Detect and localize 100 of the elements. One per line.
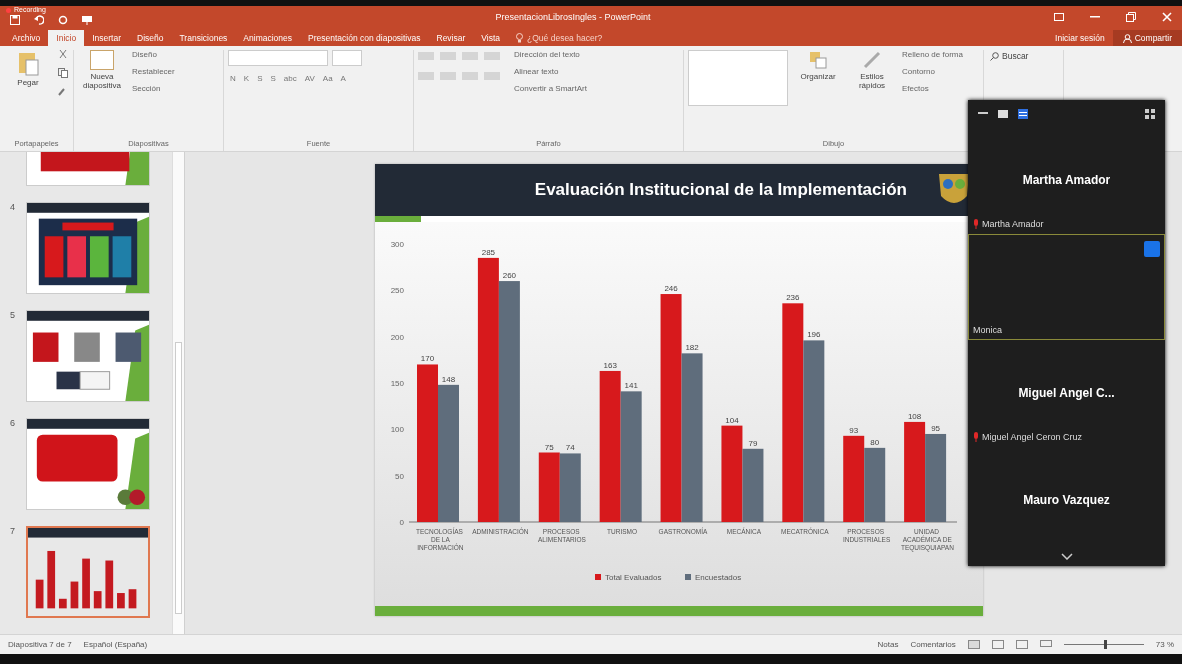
paragraph-option-button[interactable]: Dirección del texto	[514, 50, 587, 59]
gallery-view-icon[interactable]	[1145, 108, 1155, 119]
slide-option-button[interactable]: Sección	[132, 84, 175, 93]
clipboard-icon	[17, 50, 39, 76]
language-indicator[interactable]: Español (España)	[83, 640, 148, 649]
arrange-button[interactable]: Organizar	[794, 50, 842, 81]
participant-name: Martha Amador	[1022, 173, 1111, 188]
ribbon-tab[interactable]: Archivo	[4, 30, 49, 46]
share-button[interactable]: Compartir	[1112, 30, 1182, 46]
participant-label: Monica	[973, 325, 1002, 336]
data-label: 246	[664, 284, 678, 294]
participant-tile[interactable]: Mauro Vazquez	[968, 446, 1165, 554]
paragraph-option-button[interactable]: Convertir a SmartArt	[514, 84, 587, 93]
data-label: 236	[786, 293, 800, 303]
shape-format-button[interactable]: Relleno de forma	[902, 50, 963, 59]
ribbon-tab[interactable]: Vista	[473, 30, 509, 46]
font-format-button[interactable]: AV	[302, 74, 317, 83]
font-format-button[interactable]: S	[255, 74, 265, 83]
ribbon-tab[interactable]: Transiciones	[171, 30, 236, 46]
pen-icon	[862, 50, 882, 70]
normal-view-icon[interactable]	[967, 640, 980, 649]
data-label: 80	[870, 437, 880, 447]
notes-button[interactable]: Notas	[877, 640, 899, 649]
slide-title: Evaluación Institucional de la Implementación	[534, 180, 907, 200]
sorter-view-icon[interactable]	[991, 640, 1004, 649]
font-format-button[interactable]: abc	[281, 74, 299, 83]
copy-icon[interactable]	[58, 68, 68, 78]
font-format-button[interactable]: Aa	[320, 74, 335, 83]
paragraph-option-button[interactable]: Alinear texto	[514, 67, 587, 76]
font-format-button[interactable]: N	[228, 74, 238, 83]
ribbon-tab[interactable]: Diseño	[129, 30, 172, 46]
slide-option-button[interactable]: Restablecer	[132, 67, 175, 76]
quick-styles-button[interactable]: Estilos rápidos	[848, 50, 896, 90]
paste-button[interactable]: Pegar	[4, 50, 52, 87]
list-view-icon[interactable]	[1018, 108, 1028, 119]
format-painter-icon[interactable]	[58, 86, 68, 96]
slide-thumbnail[interactable]	[26, 202, 150, 294]
slide-number: 6	[10, 418, 15, 428]
font-format-button[interactable]: K	[241, 74, 252, 83]
save-icon[interactable]	[10, 15, 20, 25]
axis-tick: 300	[390, 240, 404, 249]
arrange-icon	[808, 50, 828, 70]
ribbon-tab[interactable]: Revisar	[428, 30, 474, 46]
scrollbar-thumb[interactable]	[175, 342, 182, 614]
slide-thumbnail[interactable]	[26, 418, 150, 510]
participant-tile[interactable]: Monica	[968, 233, 1165, 341]
font-format-button[interactable]: S	[268, 74, 278, 83]
reading-view-icon[interactable]	[1015, 640, 1028, 649]
slide-thumbnail[interactable]	[26, 526, 150, 618]
restore-icon[interactable]	[1126, 12, 1136, 22]
axis-tick: 200	[390, 332, 404, 342]
data-label: 95	[931, 423, 941, 433]
search-icon	[990, 51, 999, 61]
recording-dot	[6, 8, 11, 13]
ribbon-tab[interactable]: Insertar	[84, 30, 129, 46]
tell-me-field[interactable]: ¿Qué desea hacer?	[508, 30, 611, 46]
axis-tick: 250	[390, 286, 404, 296]
font-size-field[interactable]	[332, 50, 362, 66]
shape-format-button[interactable]: Contorno	[902, 67, 963, 76]
new-slide-button[interactable]: Nueva diapositiva	[78, 50, 126, 90]
slide-thumbnail[interactable]	[26, 310, 150, 402]
find-button[interactable]: Buscar	[988, 50, 1031, 62]
axis-tick: 50	[395, 471, 404, 481]
minimize-icon[interactable]	[978, 112, 988, 116]
ribbon-tab[interactable]: Animaciones	[235, 30, 301, 46]
chevron-down-icon[interactable]	[1060, 553, 1073, 561]
undo-icon[interactable]	[34, 15, 44, 25]
shape-format-button[interactable]: Efectos	[902, 84, 963, 93]
data-label: 260	[502, 271, 517, 281]
data-label: 163	[603, 360, 617, 370]
cut-icon[interactable]	[58, 50, 68, 60]
comments-button[interactable]: Comentarios	[910, 640, 956, 649]
ribbon-tab[interactable]: Inicio	[48, 30, 85, 46]
slideshow-icon[interactable]	[1039, 640, 1052, 649]
ribbon-options-icon[interactable]	[1054, 13, 1064, 21]
legend-label: Total Evaluados	[605, 573, 662, 582]
participant-name: Mauro Vazquez	[1023, 492, 1110, 507]
font-name-field[interactable]	[228, 50, 328, 66]
participant-label: Martha Amador	[973, 218, 1044, 229]
data-label: 93	[849, 425, 859, 435]
data-label: 74	[565, 443, 575, 453]
slide-number: 5	[10, 310, 15, 320]
video-view-icon[interactable]	[998, 109, 1008, 118]
data-label: 170	[420, 354, 435, 364]
more-options-button[interactable]	[1144, 240, 1160, 257]
close-icon[interactable]	[1162, 12, 1172, 22]
axis-tick: 150	[390, 379, 404, 388]
font-format-button[interactable]: A	[338, 74, 348, 83]
sign-in-link[interactable]: Iniciar sesión	[1047, 30, 1113, 46]
presentation-icon[interactable]	[82, 15, 92, 25]
redo-icon[interactable]	[58, 15, 68, 25]
participant-tile[interactable]: Miguel Angel C... Miguel Angel Ceron Cruz	[968, 340, 1165, 447]
ribbon-tab[interactable]: Presentación con diapositivas	[300, 30, 429, 46]
data-label: 182	[685, 343, 699, 353]
slide-number: 7	[10, 526, 15, 536]
slide-option-button[interactable]: Diseño	[132, 50, 175, 59]
zoom-percent[interactable]: 73 %	[1155, 640, 1174, 649]
legend-swatch	[685, 574, 691, 580]
window-title: PresentacionLibrosIngles - PowerPoint	[494, 12, 652, 22]
participant-tile[interactable]: Martha Amador Martha Amador	[968, 127, 1165, 234]
